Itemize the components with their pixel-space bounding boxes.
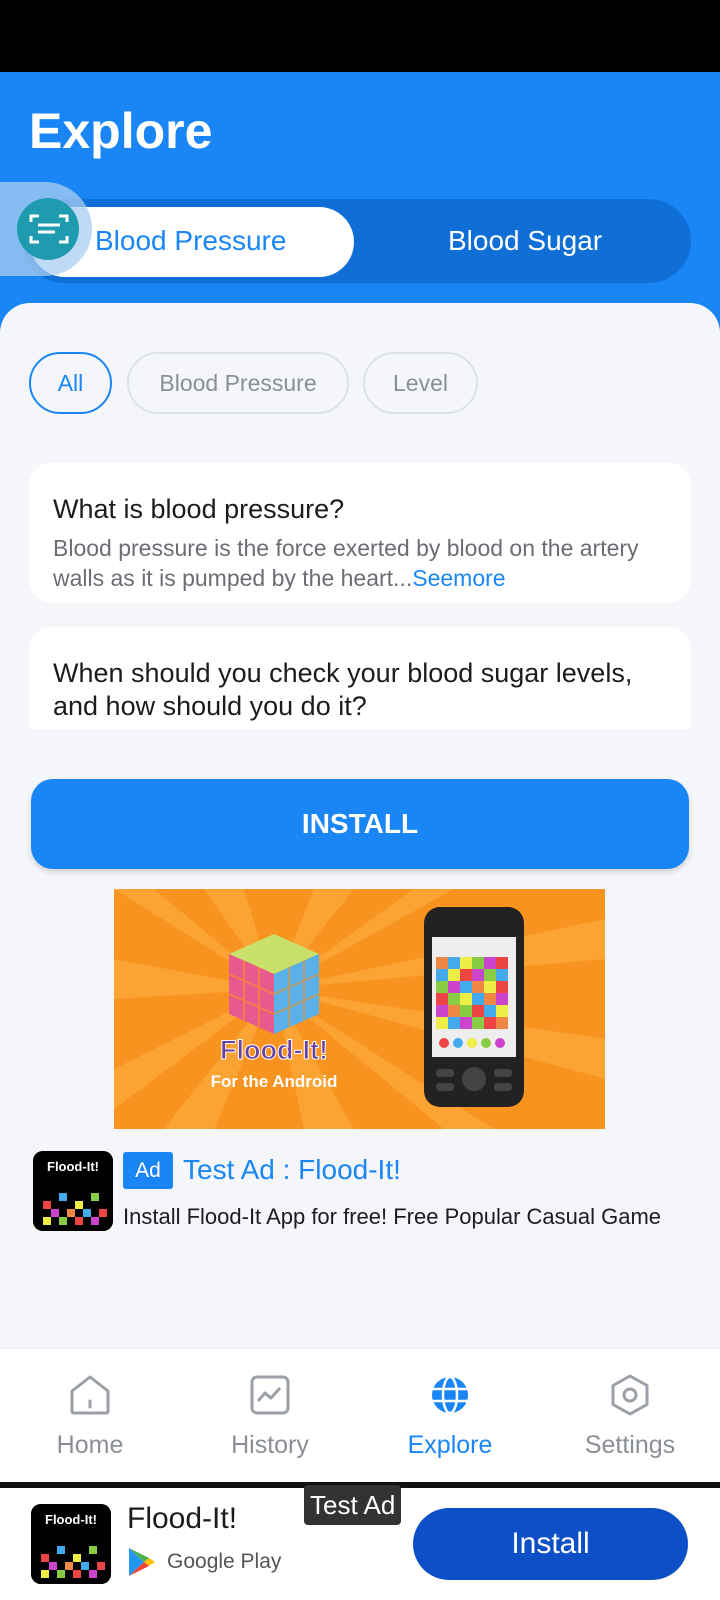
nav-label-home: Home <box>56 1431 124 1459</box>
phone-image <box>424 907 524 1107</box>
status-bar <box>0 0 720 72</box>
segment-blood-pressure[interactable]: Blood Pressure <box>95 199 286 283</box>
google-play-badge: Google Play <box>127 1546 281 1580</box>
nav-explore[interactable]: Explore <box>360 1349 540 1483</box>
home-icon <box>70 1375 110 1415</box>
test-ad-tag: Test Ad <box>304 1485 402 1525</box>
bottom-ad-install-button[interactable]: Install <box>413 1508 688 1580</box>
ad-icon-text: Flood-It! <box>47 1159 99 1174</box>
chart-icon <box>250 1375 290 1415</box>
store-label: Google Play <box>167 1550 282 1573</box>
globe-icon <box>432 1375 468 1415</box>
filter-chip-blood-pressure[interactable]: Blood Pressure <box>127 352 349 414</box>
nav-label-history: History <box>231 1431 309 1459</box>
page-title: Explore <box>29 103 213 159</box>
segment-blood-sugar[interactable]: Blood Sugar <box>448 199 602 283</box>
ad-title[interactable]: Test Ad : Flood-It! <box>183 1152 401 1188</box>
bottom-nav: Home History Explore Settings <box>0 1348 720 1482</box>
bottom-ad-banner[interactable]: Flood-It! Flood-It! Google Play Test Ad … <box>0 1485 720 1600</box>
ad-app-icon[interactable]: Flood-It! <box>33 1151 113 1231</box>
article-title: When should you check your blood sugar l… <box>53 658 633 721</box>
banner-title: Flood-It! <box>220 1035 328 1065</box>
install-button[interactable]: INSTALL <box>31 779 689 869</box>
banner-subtitle: For the Android <box>211 1072 338 1091</box>
segmented-control: Blood Pressure Blood Sugar <box>22 199 691 283</box>
bottom-ad-app-icon[interactable]: Flood-It! <box>31 1504 111 1584</box>
header: Explore Blood Pressure Blood Sugar <box>0 72 720 332</box>
filter-chip-all[interactable]: All <box>29 352 112 414</box>
see-more-link[interactable]: Seemore <box>412 565 505 591</box>
article-title: What is blood pressure? <box>53 494 345 524</box>
bottom-ad-app-name: Flood-It! <box>127 1502 238 1535</box>
scan-text-icon[interactable] <box>17 198 79 260</box>
bottom-ad-icon-text: Flood-It! <box>45 1512 97 1527</box>
ad-banner-image[interactable]: Flood-It! For the Android <box>114 889 605 1129</box>
nav-settings[interactable]: Settings <box>540 1349 720 1483</box>
filter-chip-level[interactable]: Level <box>363 352 478 414</box>
nav-history[interactable]: History <box>180 1349 360 1483</box>
google-play-icon <box>129 1548 155 1576</box>
ad-description: Install Flood-It App for free! Free Popu… <box>123 1204 662 1229</box>
article-card[interactable]: When should you check your blood sugar l… <box>29 627 691 729</box>
article-excerpt-text: Blood pressure is the force exerted by b… <box>53 535 639 591</box>
ad-badge: Ad <box>123 1152 173 1189</box>
settings-icon <box>611 1374 649 1416</box>
nav-home[interactable]: Home <box>0 1349 180 1483</box>
nav-label-explore: Explore <box>407 1431 493 1459</box>
nav-label-settings: Settings <box>584 1431 676 1459</box>
article-excerpt: Blood pressure is the force exerted by b… <box>53 533 673 593</box>
article-card[interactable]: What is blood pressure? Blood pressure i… <box>29 463 691 603</box>
